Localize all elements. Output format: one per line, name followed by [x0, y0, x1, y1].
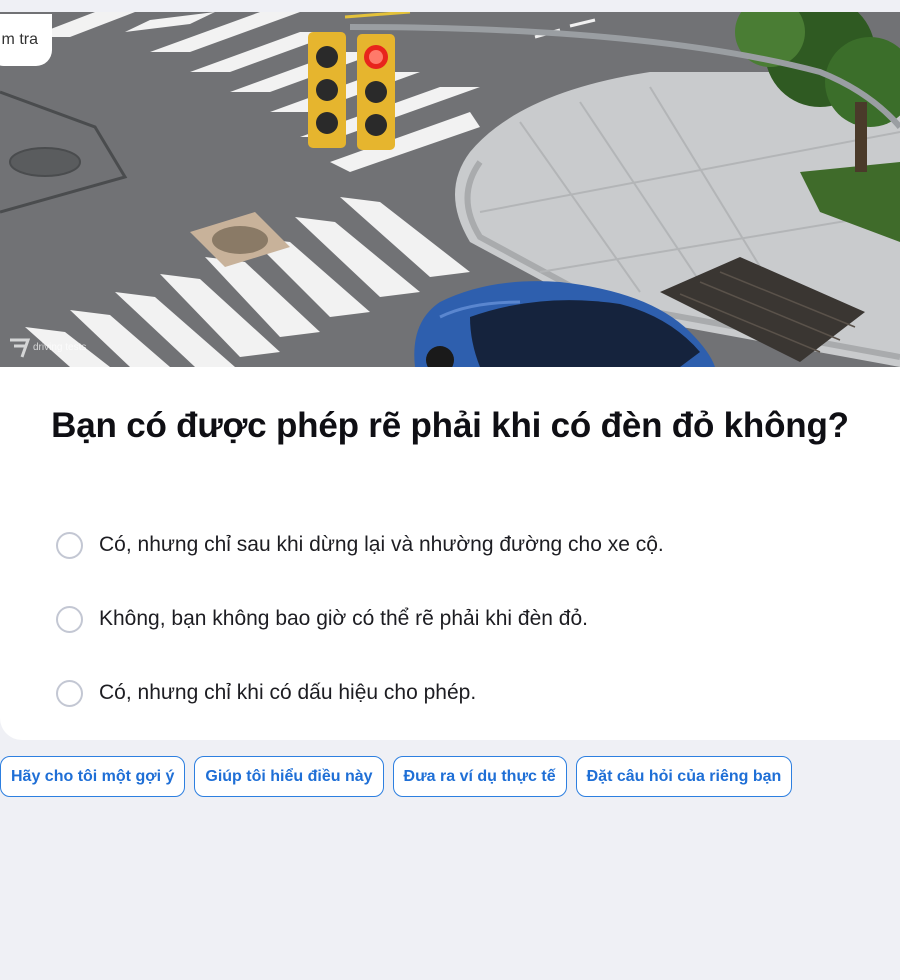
answer-option-label: Có, nhưng chỉ khi có dấu hiệu cho phép. — [99, 681, 477, 704]
example-chip[interactable]: Đưa ra ví dụ thực tế — [392, 756, 567, 797]
radio-button[interactable] — [56, 679, 83, 707]
answer-option-label: Không, bạn không bao giờ có thể rẽ phải … — [99, 607, 588, 630]
help-chips: Hãy cho tôi một gợi ý Giúp tôi hiểu điều… — [0, 756, 793, 797]
question-image: driving tests m tra — [0, 12, 900, 367]
category-tag: m tra — [0, 14, 52, 66]
answer-option-1[interactable]: Có, nhưng chỉ sau khi dừng lại và nhường… — [56, 508, 664, 582]
radio-button[interactable] — [56, 531, 83, 559]
question-card: driving tests m tra Bạn có được phép rẽ … — [0, 12, 900, 740]
question-title: Bạn có được phép rẽ phải khi có đèn đỏ k… — [51, 406, 849, 445]
category-tag-label: m tra — [1, 31, 38, 48]
ask-question-chip[interactable]: Đặt câu hỏi của riêng bạn — [575, 756, 793, 797]
explain-chip[interactable]: Giúp tôi hiểu điều này — [194, 756, 384, 797]
answer-option-3[interactable]: Có, nhưng chỉ khi có dấu hiệu cho phép. — [56, 656, 664, 730]
answer-option-2[interactable]: Không, bạn không bao giờ có thể rẽ phải … — [56, 582, 664, 656]
watermark-text: driving tests — [33, 342, 86, 353]
answer-options: Có, nhưng chỉ sau khi dừng lại và nhường… — [56, 508, 664, 730]
radio-button[interactable] — [56, 605, 83, 633]
intersection-illustration: driving tests — [0, 12, 900, 367]
answer-option-label: Có, nhưng chỉ sau khi dừng lại và nhường… — [99, 533, 664, 556]
hint-chip[interactable]: Hãy cho tôi một gợi ý — [0, 756, 186, 797]
